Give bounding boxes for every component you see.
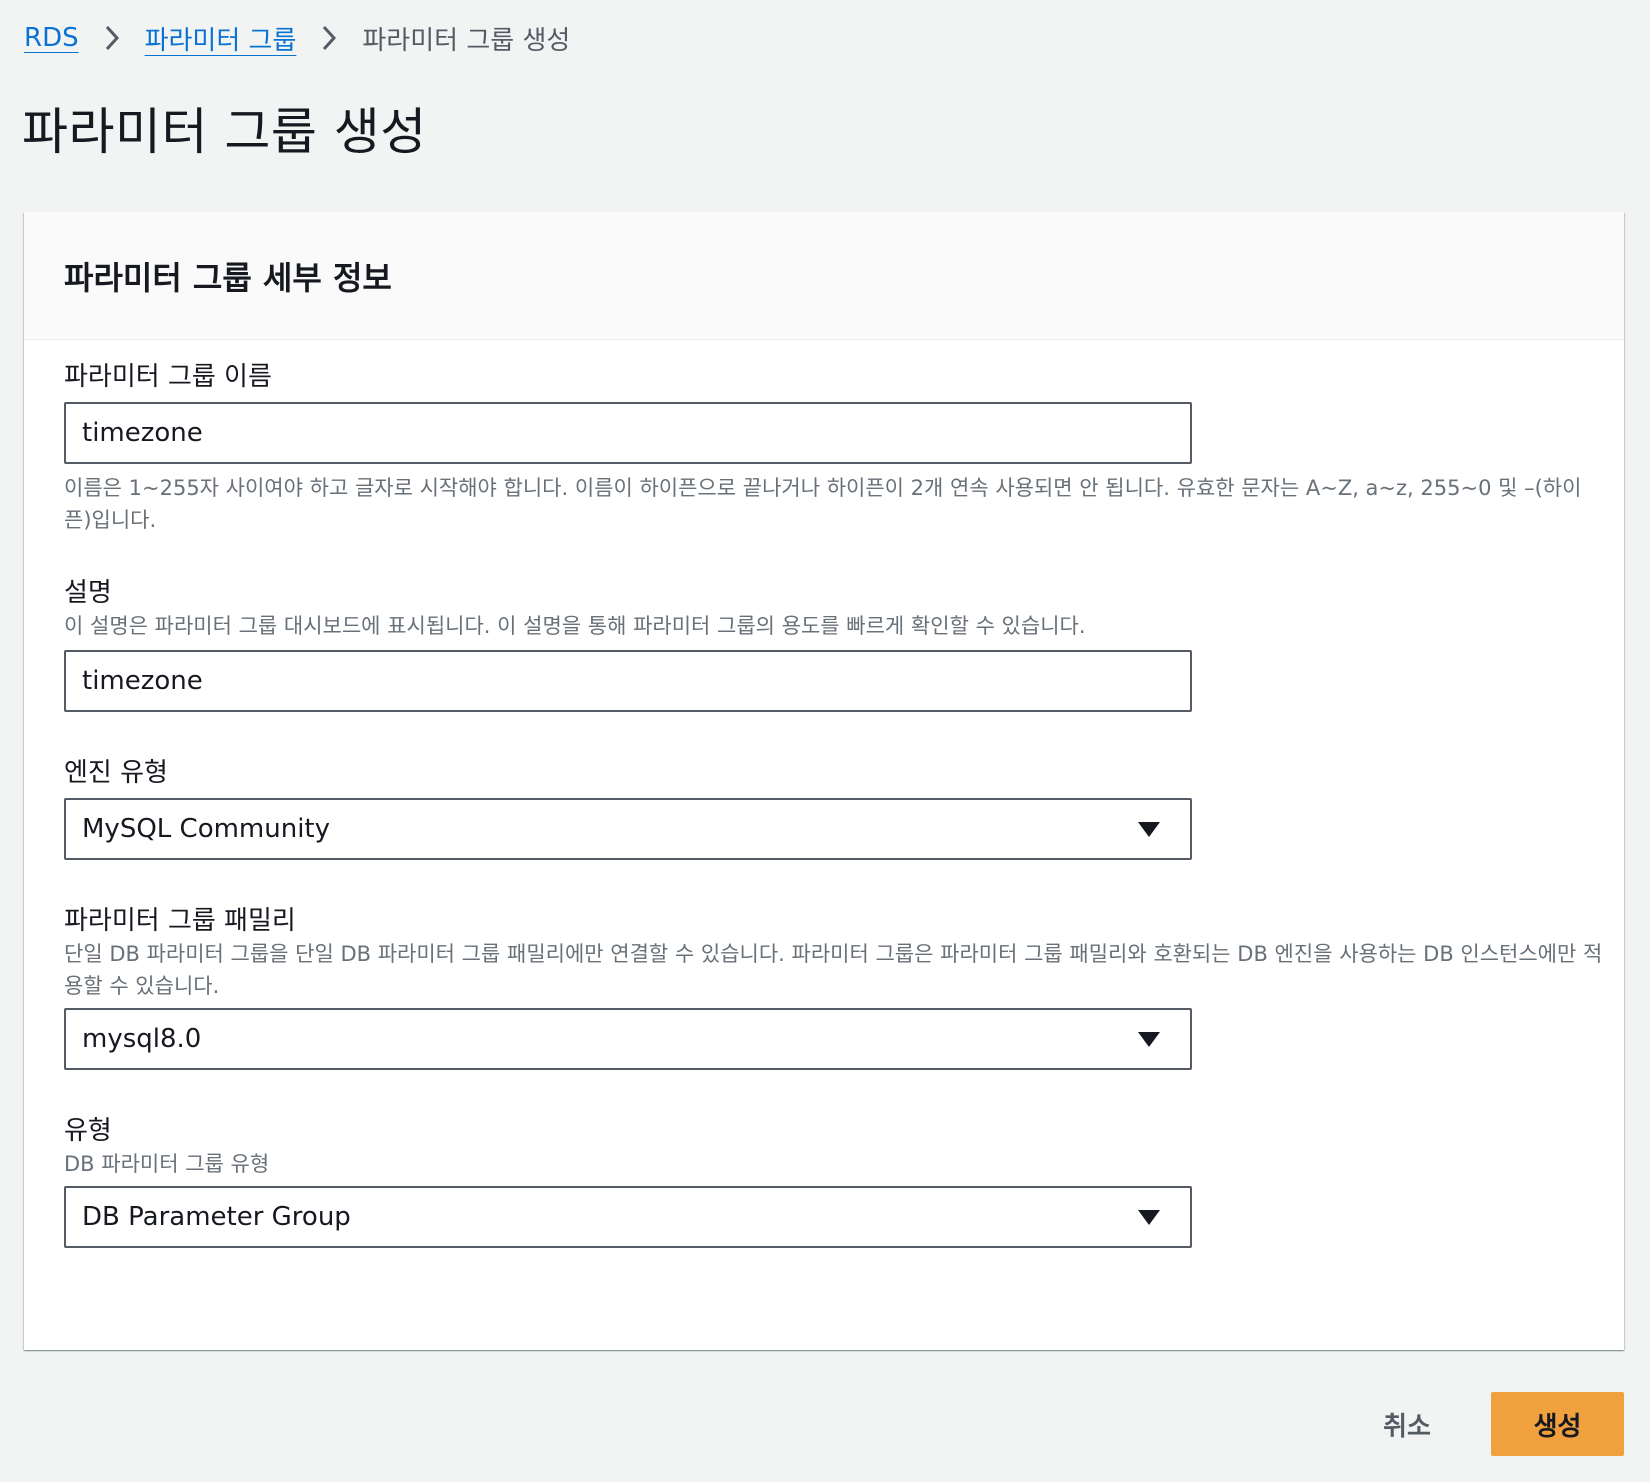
caret-down-icon bbox=[1138, 1209, 1160, 1225]
family-value: mysql8.0 bbox=[82, 1024, 202, 1054]
type-select[interactable]: DB Parameter Group bbox=[64, 1186, 1192, 1248]
cancel-button[interactable]: 취소 bbox=[1352, 1392, 1462, 1456]
breadcrumb-link-parameter-groups[interactable]: 파라미터 그룹 bbox=[145, 20, 297, 57]
type-value: DB Parameter Group bbox=[82, 1202, 351, 1232]
page-title: 파라미터 그룹 생성 bbox=[22, 103, 427, 161]
description-input[interactable] bbox=[64, 650, 1192, 712]
description-label: 설명 bbox=[64, 578, 112, 608]
card-header: 파라미터 그룹 세부 정보 bbox=[24, 212, 1624, 340]
engine-type-value: MySQL Community bbox=[82, 814, 331, 844]
name-label: 파라미터 그룹 이름 bbox=[64, 362, 272, 392]
engine-type-label: 엔진 유형 bbox=[64, 758, 168, 788]
parameter-group-details-card: 파라미터 그룹 세부 정보 파라미터 그룹 이름 이름은 1~255자 사이여야… bbox=[24, 212, 1624, 1350]
chevron-right-icon bbox=[296, 16, 362, 60]
description-help-text: 이 설명은 파라미터 그룹 대시보드에 표시됩니다. 이 설명을 통해 파라미터… bbox=[64, 614, 1086, 638]
chevron-right-icon bbox=[79, 16, 145, 60]
family-select[interactable]: mysql8.0 bbox=[64, 1008, 1192, 1070]
create-button[interactable]: 생성 bbox=[1491, 1392, 1624, 1456]
type-help-text: DB 파라미터 그룹 유형 bbox=[64, 1152, 270, 1176]
family-label: 파라미터 그룹 패밀리 bbox=[64, 906, 296, 936]
type-label: 유형 bbox=[64, 1116, 112, 1146]
name-constraint-text: 이름은 1~255자 사이여야 하고 글자로 시작해야 합니다. 이름이 하이픈… bbox=[64, 476, 1582, 532]
engine-type-select[interactable]: MySQL Community bbox=[64, 798, 1192, 860]
caret-down-icon bbox=[1138, 1031, 1160, 1047]
caret-down-icon bbox=[1138, 821, 1160, 837]
card-title: 파라미터 그룹 세부 정보 bbox=[64, 258, 392, 297]
name-input[interactable] bbox=[64, 402, 1192, 464]
breadcrumb-link-rds[interactable]: RDS bbox=[24, 23, 79, 53]
breadcrumb-current: 파라미터 그룹 생성 bbox=[362, 25, 571, 56]
breadcrumb: RDS 파라미터 그룹 파라미터 그룹 생성 bbox=[24, 16, 570, 60]
family-help-text: 단일 DB 파라미터 그룹을 단일 DB 파라미터 그룹 패밀리에만 연결할 수… bbox=[64, 942, 1603, 998]
